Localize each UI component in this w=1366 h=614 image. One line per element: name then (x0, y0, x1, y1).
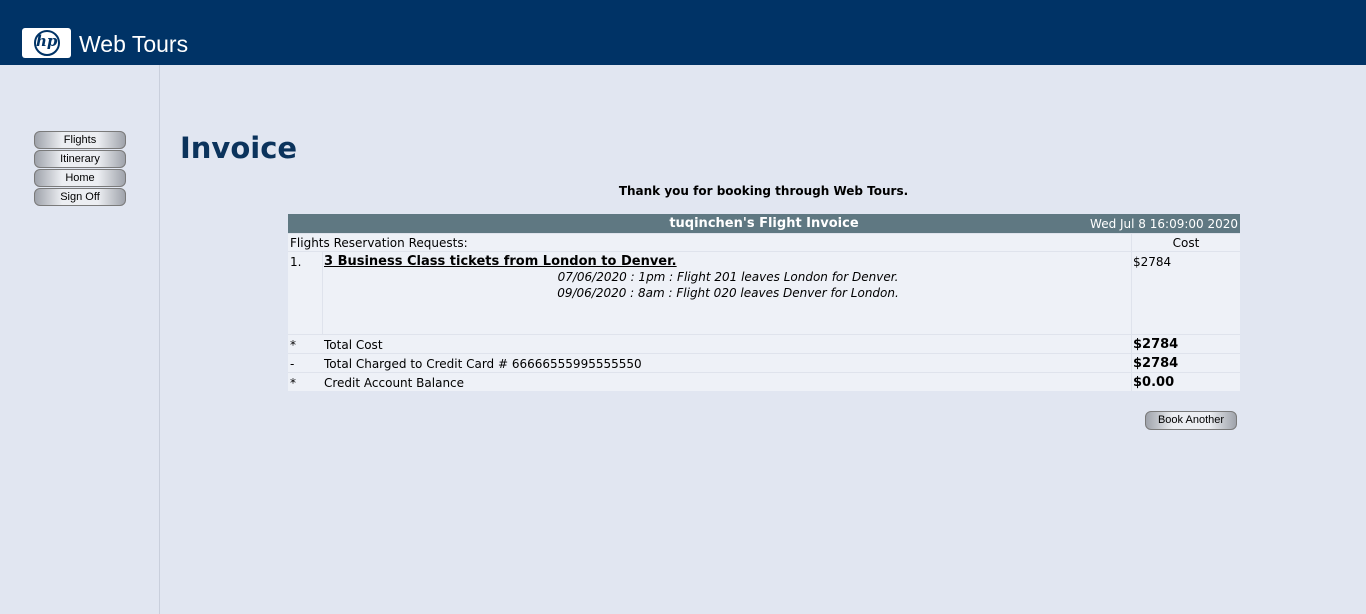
invoice-table: tuqinchen's Flight Invoice Wed Jul 8 16:… (288, 214, 1240, 391)
invoice-date: Wed Jul 8 16:09:00 2020 (1090, 217, 1238, 231)
total-cost-value: $2784 (1133, 337, 1179, 352)
page-title: Invoice (180, 131, 298, 165)
credit-balance-row: * Credit Account Balance $0.00 (288, 372, 1240, 391)
invoice-item-row: 1. 3 Business Class tickets from London … (288, 251, 1240, 334)
flight-line-2: 09/06/2020 : 8am : Flight 020 leaves Den… (557, 286, 899, 300)
column-divider (322, 252, 323, 334)
total-charged-value: $2784 (1133, 356, 1179, 371)
credit-balance-label: Credit Account Balance (324, 376, 465, 390)
item-title: 3 Business Class tickets from London to … (324, 254, 677, 269)
flight-line-1: 07/06/2020 : 1pm : Flight 201 leaves Lon… (557, 270, 899, 284)
thank-you-message: Thank you for booking through Web Tours. (618, 184, 909, 198)
logo-text: hp (36, 32, 58, 50)
row-marker: * (290, 338, 296, 352)
home-button[interactable]: Home (34, 169, 126, 187)
brand-name: Web Tours (79, 31, 189, 57)
column-divider (1131, 373, 1132, 391)
total-charged-label: Total Charged to Credit Card # 666665559… (324, 357, 642, 371)
invoice-column-header-row: Flights Reservation Requests: Cost (288, 233, 1240, 251)
header-bar: hp Web Tours (0, 0, 1366, 65)
total-cost-row: * Total Cost $2784 (288, 334, 1240, 353)
sidebar: Flights Itinerary Home Sign Off (0, 65, 160, 614)
flights-button[interactable]: Flights (34, 131, 126, 149)
sign-off-button[interactable]: Sign Off (34, 188, 126, 206)
row-marker: - (290, 357, 295, 371)
itinerary-button[interactable]: Itinerary (34, 150, 126, 168)
total-cost-label: Total Cost (324, 338, 383, 352)
total-charged-row: - Total Charged to Credit Card # 6666655… (288, 353, 1240, 372)
column-divider (1131, 354, 1132, 372)
credit-balance-value: $0.00 (1133, 375, 1175, 390)
column-divider (1131, 252, 1132, 334)
cost-column-header: Cost (1172, 236, 1200, 250)
item-number: 1. (290, 255, 302, 269)
requests-label: Flights Reservation Requests: (290, 236, 468, 250)
book-another-button[interactable]: Book Another (1145, 411, 1237, 430)
hp-logo: hp (22, 28, 71, 58)
column-divider (1131, 335, 1132, 353)
item-cost: $2784 (1133, 255, 1172, 269)
invoice-header: tuqinchen's Flight Invoice Wed Jul 8 16:… (288, 214, 1240, 233)
row-marker: * (290, 376, 296, 390)
